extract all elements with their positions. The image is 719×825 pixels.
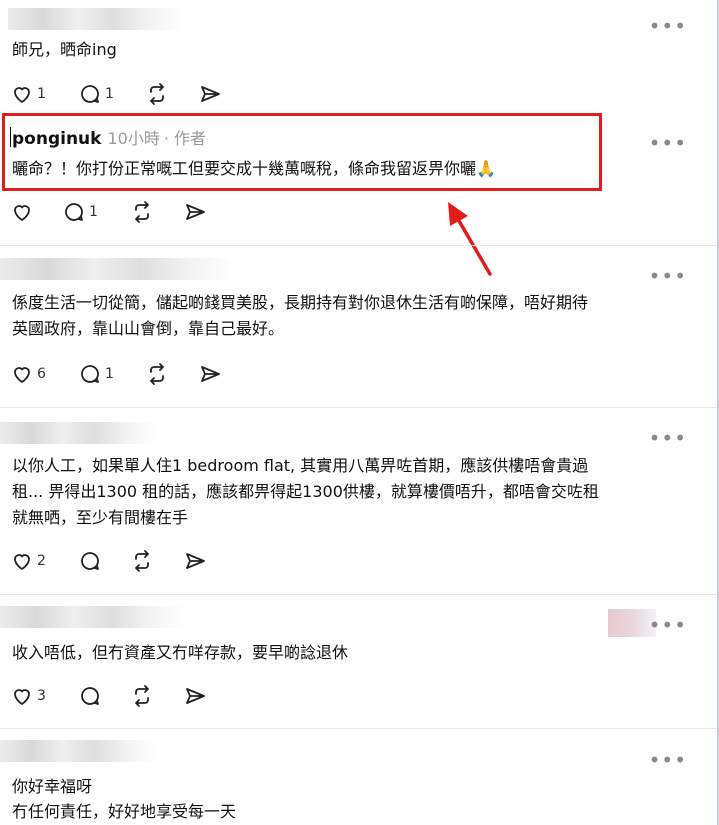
share-icon (186, 688, 205, 704)
like-button[interactable]: 1 (10, 81, 46, 107)
blurred-username (0, 258, 235, 280)
post-text-line: 英國政府，靠山山會倒，靠自己最好。 (12, 319, 285, 338)
author-tag: · 作者 (163, 129, 207, 148)
repost-icon (135, 685, 149, 707)
post-text-line: 租... 畀得出1300 租的話，應該都畀得起1300供樓，就算樓價唔升，都唔會… (12, 482, 599, 501)
text-caret (10, 127, 11, 147)
repost-icon (150, 363, 164, 385)
like-button[interactable]: 6 (10, 361, 46, 387)
post-text-line: 係度生活一切從簡，儲起啲錢買美股，長期持有對你退休生活有啲保障，唔好期待 (12, 293, 589, 312)
comment-icon (81, 85, 99, 103)
heart-icon (14, 87, 30, 103)
like-button[interactable]: 2 (10, 548, 46, 574)
blurred-username (0, 606, 185, 628)
post-header: ponginuk 10小時 · 作者 (10, 126, 206, 152)
divider (0, 407, 717, 408)
more-options-button[interactable]: ••• (649, 266, 687, 286)
more-options-button[interactable]: ••• (649, 133, 687, 153)
reply-button[interactable] (78, 683, 102, 709)
post-text-line: 就無哂，至少有間樓在手 (12, 508, 189, 527)
repost-button[interactable] (145, 81, 169, 107)
post-text-line: 冇任何責任，好好地享受每一天 (12, 802, 237, 821)
like-count: 6 (37, 366, 46, 382)
reply-count: 1 (89, 204, 98, 220)
repost-icon (150, 83, 164, 105)
heart-icon (14, 689, 30, 705)
share-button[interactable] (183, 683, 207, 709)
repost-icon (135, 201, 149, 223)
more-options-button[interactable]: ••• (649, 428, 687, 448)
more-options-button[interactable]: ••• (649, 16, 687, 36)
repost-button[interactable] (130, 548, 154, 574)
post-text: 曬命？！你打份正常嘅工但要交成十幾萬嘅稅，條命我留返畀你曬🙏 (12, 159, 496, 178)
share-icon (201, 86, 220, 102)
repost-icon (135, 550, 149, 572)
share-button[interactable] (183, 548, 207, 574)
more-options-button[interactable]: ••• (649, 750, 687, 770)
reply-button[interactable]: 1 (78, 361, 114, 387)
red-arrow-annotation (448, 202, 492, 276)
heart-icon (14, 554, 30, 570)
comment-icon (81, 552, 99, 570)
divider (0, 728, 717, 729)
heart-icon (14, 205, 30, 221)
heart-icon (14, 367, 30, 383)
post-text-line: 以你人工，如果單人住1 bedroom flat, 其實用八萬畀咗首期，應該供樓… (12, 456, 589, 475)
repost-button[interactable] (130, 683, 154, 709)
blurred-username (8, 8, 183, 30)
comment-icon (65, 203, 83, 221)
share-icon (201, 366, 220, 382)
share-icon (186, 204, 205, 220)
like-button[interactable] (10, 199, 34, 225)
comment-icon (81, 365, 99, 383)
reply-count: 1 (105, 86, 114, 102)
like-count: 1 (37, 86, 46, 102)
timestamp: 10小時 (107, 129, 160, 148)
username[interactable]: ponginuk (12, 129, 101, 149)
repost-button[interactable] (130, 199, 154, 225)
blurred-username (0, 422, 157, 444)
post-text-line: 你好幸福呀 (12, 777, 93, 796)
reply-button[interactable]: 1 (78, 81, 114, 107)
like-button[interactable]: 3 (10, 683, 46, 709)
share-button[interactable] (198, 81, 222, 107)
reply-count: 1 (105, 366, 114, 382)
post-text: 師兄，晒命ing (12, 40, 117, 59)
share-button[interactable] (198, 361, 222, 387)
like-count: 3 (37, 688, 46, 704)
like-count: 2 (37, 553, 46, 569)
blurred-username (0, 740, 157, 762)
reply-button[interactable] (78, 548, 102, 574)
share-icon (186, 553, 205, 569)
comment-icon (81, 687, 99, 705)
more-options-button[interactable]: ••• (649, 615, 687, 635)
divider (0, 245, 717, 246)
share-button[interactable] (183, 199, 207, 225)
repost-button[interactable] (145, 361, 169, 387)
reply-button[interactable]: 1 (62, 199, 98, 225)
post-text: 收入唔低，但冇資產又冇咩存款，要早啲諗退休 (12, 643, 349, 662)
divider (0, 594, 717, 595)
